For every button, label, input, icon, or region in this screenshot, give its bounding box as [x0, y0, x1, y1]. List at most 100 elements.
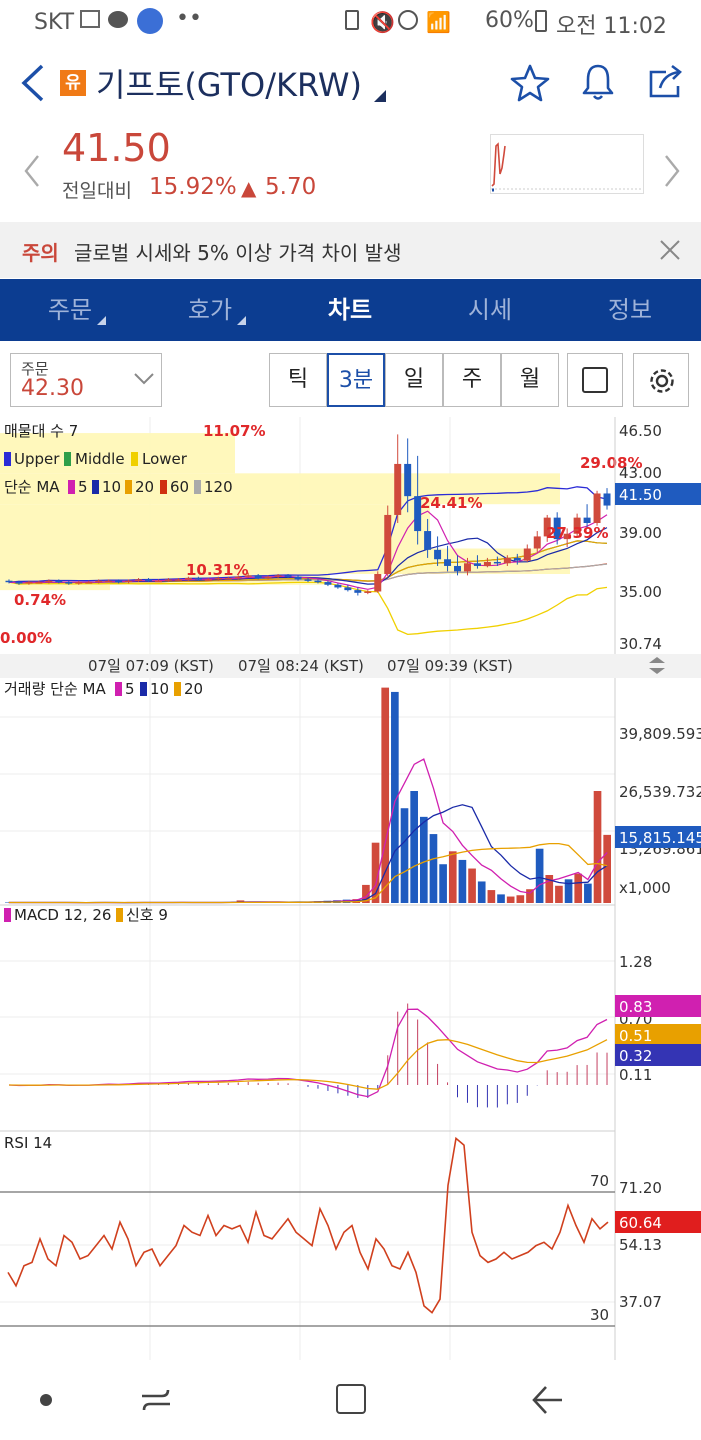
- title-dropdown-icon[interactable]: [374, 90, 386, 102]
- ma120-swatch: [194, 480, 201, 494]
- back-nav-icon[interactable]: [530, 1384, 566, 1416]
- macd-histogram: [18, 1003, 608, 1108]
- app-header: 유 기프토(GTO/KRW): [0, 44, 701, 122]
- order-price-select[interactable]: 주문 42.30: [10, 353, 162, 407]
- main-tabs: 주문 호가 차트 시세 정보: [0, 279, 701, 341]
- period-day-button[interactable]: 일: [385, 353, 443, 407]
- battery-percent: 60%: [485, 8, 534, 33]
- order-price-value: 42.30: [21, 376, 84, 401]
- app-icon: [137, 8, 163, 34]
- candle-body-2: [15, 582, 23, 584]
- page-title[interactable]: 기프토(GTO/KRW): [96, 60, 362, 106]
- tab-chart[interactable]: 차트: [280, 279, 420, 341]
- nav-dot-icon[interactable]: [40, 1394, 52, 1406]
- candle-body-13: [125, 580, 133, 583]
- tab-info[interactable]: 정보: [560, 279, 700, 341]
- candle-body-59: [583, 517, 591, 524]
- image-icon: [80, 10, 100, 28]
- volume-bars-group: [5, 687, 611, 903]
- period-month-button[interactable]: 월: [501, 353, 559, 407]
- candle-body-12: [115, 580, 123, 583]
- volume-tick-2: 26,539.732: [619, 783, 701, 801]
- volume-bar-62: [593, 791, 602, 903]
- volume-profile-pct-5: 10.31%: [186, 561, 248, 579]
- volume-bar-58: [555, 885, 563, 903]
- volume-profile-band-3: [0, 504, 430, 549]
- macd-tick-3: 0.11: [619, 1066, 652, 1084]
- volume-bar-54: [516, 895, 525, 903]
- candle-body-37: [364, 591, 372, 593]
- notice-tag: 주의: [22, 241, 59, 265]
- osc-value-label: 0.32: [619, 1047, 652, 1065]
- volume-profile-band-6: [0, 584, 110, 591]
- tab-order-label: 주문: [47, 296, 93, 324]
- price-tick-1: 46.50: [619, 422, 662, 440]
- chart-svg[interactable]: 11.07%29.08%24.41%27.39%10.31%0.74%0.00%…: [0, 417, 701, 1360]
- next-coin-icon[interactable]: [662, 154, 682, 188]
- candle-body-10: [95, 580, 103, 583]
- candle-body-6: [55, 580, 63, 583]
- candle-body-61: [603, 493, 611, 506]
- volume-profile-pct-6: 0.74%: [14, 591, 66, 609]
- volume-current-label: 15,815.145: [619, 829, 701, 847]
- home-icon[interactable]: [336, 1384, 366, 1414]
- ma5-swatch: [68, 480, 75, 494]
- prev-coin-icon[interactable]: [22, 154, 42, 188]
- volume-bar-60: [574, 873, 583, 903]
- tab-order[interactable]: 주문: [0, 279, 140, 341]
- current-price-tag-label: 41.50: [619, 486, 662, 504]
- candle-body-9: [85, 582, 93, 584]
- price-tick-3: 39.00: [619, 524, 662, 542]
- alarm-icon: [398, 10, 418, 30]
- fullscreen-button[interactable]: [567, 353, 623, 407]
- macd-swatch: [4, 908, 11, 922]
- candle-body-45: [444, 559, 452, 566]
- change-amount: 5.70: [265, 174, 317, 200]
- settings-button[interactable]: [633, 353, 689, 407]
- legend-lower: Lower: [142, 450, 188, 468]
- candle-body-26: [254, 575, 262, 579]
- candle-body-28: [274, 575, 282, 577]
- share-icon[interactable]: [646, 62, 686, 102]
- close-icon[interactable]: [658, 238, 682, 262]
- volume-bar-49: [468, 868, 476, 903]
- gear-icon: [650, 369, 674, 393]
- volume-profile-pct-7: 0.00%: [0, 629, 52, 647]
- tab-quotes[interactable]: 시세: [420, 279, 560, 341]
- price-warning-banner: 주의 글로벌 시세와 5% 이상 가격 차이 발생: [0, 222, 701, 278]
- tab-order-corner-icon: [97, 316, 106, 325]
- candle-body-50: [493, 561, 501, 564]
- signal-swatch: [116, 908, 123, 922]
- chart-area[interactable]: 11.07% 29.08% 24.41% 27.39% 10.31% 0.74% 0.00%…: [0, 417, 701, 1360]
- macd-line: [8, 1008, 608, 1098]
- mini-price-chart[interactable]: [490, 134, 644, 194]
- recent-apps-icon[interactable]: [138, 1382, 174, 1418]
- ma10-swatch: [92, 480, 99, 494]
- candle-body-32: [314, 580, 322, 583]
- favorite-star-icon[interactable]: [510, 64, 550, 102]
- candle-body-39: [384, 514, 392, 575]
- chat-icon: [108, 11, 128, 28]
- candle-body-48: [473, 563, 481, 566]
- ma10-label: 10: [102, 478, 121, 496]
- period-tick-button[interactable]: 틱: [269, 353, 327, 407]
- candle-body-53: [523, 548, 531, 561]
- volume-bar-46: [439, 864, 447, 903]
- candle-body-49: [483, 561, 491, 566]
- tab-orderbook[interactable]: 호가: [140, 279, 280, 341]
- price-legend-title: 매물대 수 7: [4, 422, 78, 440]
- signal-legend: 신호 9: [126, 906, 168, 924]
- tab-quotes-label: 시세: [467, 296, 513, 324]
- vol-ma10-swatch: [140, 682, 147, 696]
- period-3min-button[interactable]: 3분: [327, 353, 385, 407]
- bell-icon[interactable]: [580, 62, 616, 102]
- candle-body-40: [394, 463, 402, 515]
- candle-body-18: [174, 579, 182, 581]
- vol-ma5-swatch: [115, 682, 122, 696]
- price-tick-4: 35.00: [619, 583, 662, 601]
- back-icon[interactable]: [18, 64, 48, 102]
- period-week-button[interactable]: 주: [443, 353, 501, 407]
- candle-body-21: [204, 579, 212, 581]
- chevron-down-icon: [134, 373, 154, 385]
- ma-legend-title: 단순 MA: [4, 478, 60, 496]
